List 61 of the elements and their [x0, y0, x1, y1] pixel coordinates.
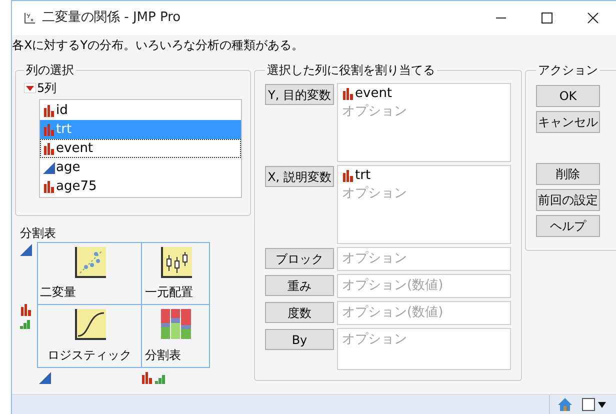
bar-chart-icon: [43, 180, 55, 192]
bar-chart-icon: [43, 124, 55, 136]
minimize-icon: [495, 17, 507, 19]
column-list-item[interactable]: age: [40, 158, 241, 177]
role-button[interactable]: 重み: [265, 275, 334, 296]
scatter-plot-icon: [74, 247, 106, 279]
role-list[interactable]: trt オプション: [337, 165, 511, 244]
placeholder-text: オプション: [342, 185, 408, 203]
window-title: 二変量の関係 - JMP Pro: [42, 9, 181, 28]
role-button[interactable]: Y, 目的変数: [265, 84, 334, 105]
close-icon: [587, 12, 599, 24]
action-button[interactable]: キャンセル: [536, 111, 600, 133]
action-button[interactable]: OK: [536, 85, 600, 107]
group-title: 選択した列に役割を割り当てる: [266, 62, 436, 79]
bar-chart-icon: [20, 319, 30, 329]
column-list-item[interactable]: id: [40, 101, 241, 120]
action-button[interactable]: 前回の設定: [536, 189, 600, 211]
grid-title: 分割表: [20, 225, 56, 242]
role-button[interactable]: By: [265, 329, 334, 350]
action-button[interactable]: ヘルプ: [536, 215, 600, 237]
analysis-cell[interactable]: 一元配置: [142, 243, 209, 305]
bar-chart-icon: [342, 170, 354, 182]
maximize-icon: [541, 12, 553, 24]
placeholder-text: オプション(数値): [342, 277, 444, 295]
description-text: 各Xに対するYの分布。いろいろな分析の種類がある。: [12, 37, 305, 54]
dropdown-triangle-icon[interactable]: [24, 83, 36, 93]
column-list-item[interactable]: age75: [40, 177, 241, 196]
bar-chart-icon: [342, 88, 354, 100]
triangle-icon: [43, 162, 55, 174]
bar-chart-icon: [20, 304, 32, 316]
role-button[interactable]: 度数: [265, 302, 334, 323]
analysis-cell[interactable]: ロジスティック: [38, 305, 142, 367]
assigned-column[interactable]: event: [342, 85, 506, 102]
placeholder-text: オプション: [342, 331, 408, 349]
placeholder-text: オプション(数値): [342, 304, 444, 322]
placeholder-text: オプション: [342, 250, 408, 268]
bar-chart-icon: [141, 372, 153, 384]
assigned-column[interactable]: trt: [342, 167, 506, 184]
analysis-cell[interactable]: 二変量: [38, 243, 142, 305]
bar-chart-icon: [155, 374, 165, 384]
mosaic-icon: [160, 309, 190, 339]
bar-chart-icon: [43, 104, 55, 116]
bar-chart-icon: [43, 142, 55, 154]
action-button[interactable]: 削除: [536, 163, 600, 185]
analysis-cell[interactable]: 分割表: [142, 305, 209, 367]
placeholder-text: オプション: [342, 103, 408, 121]
role-button[interactable]: ブロック: [265, 248, 334, 269]
color-swatch[interactable]: [582, 398, 595, 411]
s-curve-icon: [74, 309, 106, 341]
triangle-icon: [39, 372, 51, 384]
group-title: アクション: [537, 62, 599, 79]
home-icon[interactable]: [558, 398, 572, 411]
column-count-label: 5列: [37, 80, 57, 97]
group-title: 列の選択: [25, 62, 75, 79]
column-list-item[interactable]: event: [40, 139, 241, 158]
dropdown-arrow-icon[interactable]: [598, 402, 606, 408]
role-list[interactable]: event オプション: [337, 83, 511, 162]
role-button[interactable]: X, 説明変数: [265, 166, 334, 187]
box-plot-icon: [160, 247, 192, 279]
app-icon: [24, 12, 36, 24]
triangle-icon: [20, 244, 32, 256]
